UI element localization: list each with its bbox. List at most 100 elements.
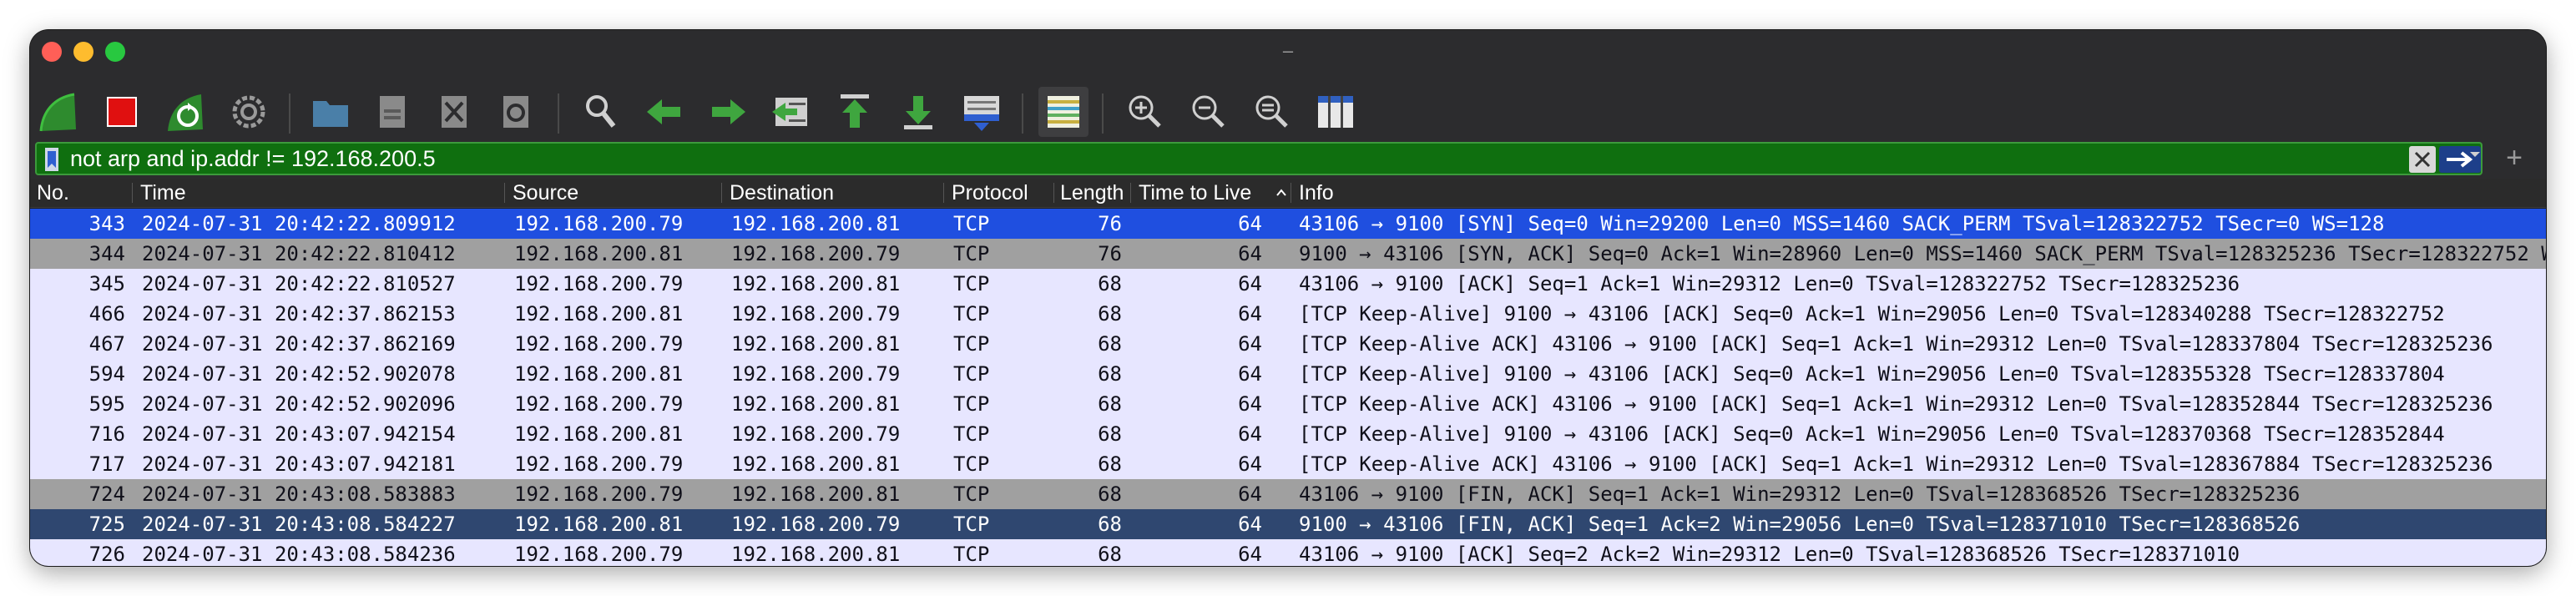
column-header-source[interactable]: Source [513, 179, 721, 207]
toolbar-separator [289, 93, 290, 134]
packet-len-cell: 68 [1098, 422, 1122, 446]
packet-row[interactable]: 716 2024-07-31 20:43:07.942154 192.168.200… [30, 419, 2546, 449]
column-divider[interactable] [1130, 183, 1131, 203]
packet-proto-cell: TCP [953, 513, 990, 536]
packet-time-cell: 2024-07-31 20:43:08.583883 [142, 482, 456, 506]
column-header-no[interactable]: No. [37, 179, 125, 207]
packet-time-cell: 2024-07-31 20:42:22.809912 [142, 212, 456, 235]
packet-row[interactable]: 343 2024-07-31 20:42:22.809912 192.168.200… [30, 209, 2546, 239]
column-header-protocol[interactable]: Protocol [952, 179, 1052, 207]
packet-len-cell: 68 [1098, 452, 1122, 476]
go-forward-icon[interactable] [703, 87, 753, 137]
go-last-packet-icon[interactable] [893, 87, 943, 137]
add-filter-button[interactable]: + [2498, 142, 2531, 175]
packet-dst-cell: 192.168.200.81 [731, 452, 901, 476]
go-to-packet-icon[interactable] [766, 87, 816, 137]
sort-ascending-icon [1276, 189, 1286, 196]
packet-row[interactable]: 594 2024-07-31 20:42:52.902078 192.168.200… [30, 359, 2546, 389]
packet-no-cell: 343 [88, 212, 125, 235]
open-file-icon[interactable] [306, 87, 356, 137]
packet-row[interactable]: 717 2024-07-31 20:43:07.942181 192.168.200… [30, 449, 2546, 479]
packet-row[interactable]: 466 2024-07-31 20:42:37.862153 192.168.200… [30, 299, 2546, 329]
packet-ttl-cell: 64 [1238, 482, 1262, 506]
toolbar-separator [1022, 93, 1023, 134]
packet-row[interactable]: 726 2024-07-31 20:43:08.584236 192.168.200… [30, 539, 2546, 566]
column-header-info[interactable]: Info [1299, 179, 1466, 207]
zoom-out-icon[interactable] [1184, 87, 1234, 137]
zoom-reset-icon[interactable] [1247, 87, 1297, 137]
packet-no-cell: 594 [88, 362, 125, 386]
display-filter-input[interactable] [70, 145, 2407, 172]
packet-no-cell: 344 [88, 242, 125, 265]
reload-file-icon[interactable] [491, 87, 541, 137]
start-capture-icon[interactable] [33, 87, 83, 137]
packet-time-cell: 2024-07-31 20:42:22.810412 [142, 242, 456, 265]
packet-info-cell: 43106 → 9100 [ACK] Seq=2 Ack=2 Win=29312… [1299, 543, 2240, 566]
packet-info-cell: [TCP Keep-Alive] 9100 → 43106 [ACK] Seq=… [1299, 302, 2445, 326]
column-divider[interactable] [504, 183, 505, 203]
packet-len-cell: 68 [1098, 272, 1122, 295]
resize-columns-icon[interactable] [1311, 87, 1361, 137]
packet-len-cell: 68 [1098, 332, 1122, 356]
go-back-icon[interactable] [639, 87, 689, 137]
packet-dst-cell: 192.168.200.79 [731, 422, 901, 446]
packet-row[interactable]: 724 2024-07-31 20:43:08.583883 192.168.200… [30, 479, 2546, 509]
packet-proto-cell: TCP [953, 332, 990, 356]
packet-ttl-cell: 64 [1238, 362, 1262, 386]
packet-len-cell: 68 [1098, 392, 1122, 416]
stop-capture-icon[interactable] [97, 87, 147, 137]
packet-row[interactable]: 344 2024-07-31 20:42:22.810412 192.168.200… [30, 239, 2546, 269]
packet-ttl-cell: 64 [1238, 422, 1262, 446]
column-divider[interactable] [721, 183, 722, 203]
column-header-time[interactable]: Time [140, 179, 482, 207]
packet-dst-cell: 192.168.200.81 [731, 482, 901, 506]
colorize-icon[interactable] [1038, 87, 1088, 137]
column-header-destination[interactable]: Destination [730, 179, 947, 207]
wireshark-window: – not arp and ip.addr != 192.168.200.5 +… [30, 30, 2546, 566]
packet-time-cell: 2024-07-31 20:42:52.902078 [142, 362, 456, 386]
packet-src-cell: 192.168.200.81 [514, 422, 684, 446]
clear-filter-button[interactable] [2409, 146, 2436, 173]
packet-row[interactable]: 725 2024-07-31 20:43:08.584227 192.168.200… [30, 509, 2546, 539]
packet-len-cell: 76 [1098, 242, 1122, 265]
packet-len-cell: 76 [1098, 212, 1122, 235]
packet-ttl-cell: 64 [1238, 212, 1262, 235]
packet-row[interactable]: 467 2024-07-31 20:42:37.862169 192.168.200… [30, 329, 2546, 359]
packet-ttl-cell: 64 [1238, 392, 1262, 416]
packet-row[interactable]: 595 2024-07-31 20:42:52.902096 192.168.200… [30, 389, 2546, 419]
packet-proto-cell: TCP [953, 543, 990, 566]
packet-row[interactable]: 345 2024-07-31 20:42:22.810527 192.168.200… [30, 269, 2546, 299]
packet-time-cell: 2024-07-31 20:43:07.942181 [142, 452, 456, 476]
restart-capture-icon[interactable] [160, 87, 210, 137]
close-file-icon[interactable] [429, 87, 479, 137]
capture-options-icon[interactable] [224, 87, 274, 137]
packet-proto-cell: TCP [953, 212, 990, 235]
packet-info-cell: 9100 → 43106 [SYN, ACK] Seq=0 Ack=1 Win=… [1299, 242, 2546, 265]
packet-info-cell: [TCP Keep-Alive] 9100 → 43106 [ACK] Seq=… [1299, 362, 2445, 386]
packet-proto-cell: TCP [953, 362, 990, 386]
packet-src-cell: 192.168.200.79 [514, 452, 684, 476]
filter-dropdown-button[interactable] [2462, 141, 2488, 168]
column-divider[interactable] [943, 183, 944, 203]
auto-scroll-icon[interactable] [957, 87, 1007, 137]
bookmark-icon[interactable] [40, 146, 63, 173]
column-divider[interactable] [1053, 183, 1054, 203]
packet-dst-cell: 192.168.200.79 [731, 513, 901, 536]
column-divider[interactable] [132, 183, 133, 203]
column-header-length[interactable]: Length [1060, 179, 1125, 207]
packet-proto-cell: TCP [953, 452, 990, 476]
packet-time-cell: 2024-07-31 20:42:22.810527 [142, 272, 456, 295]
packet-no-cell: 724 [88, 482, 125, 506]
packet-ttl-cell: 64 [1238, 513, 1262, 536]
packet-ttl-cell: 64 [1238, 302, 1262, 326]
find-packet-icon[interactable] [576, 87, 626, 137]
packet-time-cell: 2024-07-31 20:43:08.584236 [142, 543, 456, 566]
packet-proto-cell: TCP [953, 272, 990, 295]
packet-dst-cell: 192.168.200.81 [731, 543, 901, 566]
packet-src-cell: 192.168.200.79 [514, 392, 684, 416]
save-file-icon[interactable] [367, 87, 417, 137]
zoom-in-icon[interactable] [1120, 87, 1170, 137]
packet-src-cell: 192.168.200.81 [514, 362, 684, 386]
column-header-ttl[interactable]: Time to Live [1139, 179, 1265, 207]
go-first-packet-icon[interactable] [830, 87, 880, 137]
